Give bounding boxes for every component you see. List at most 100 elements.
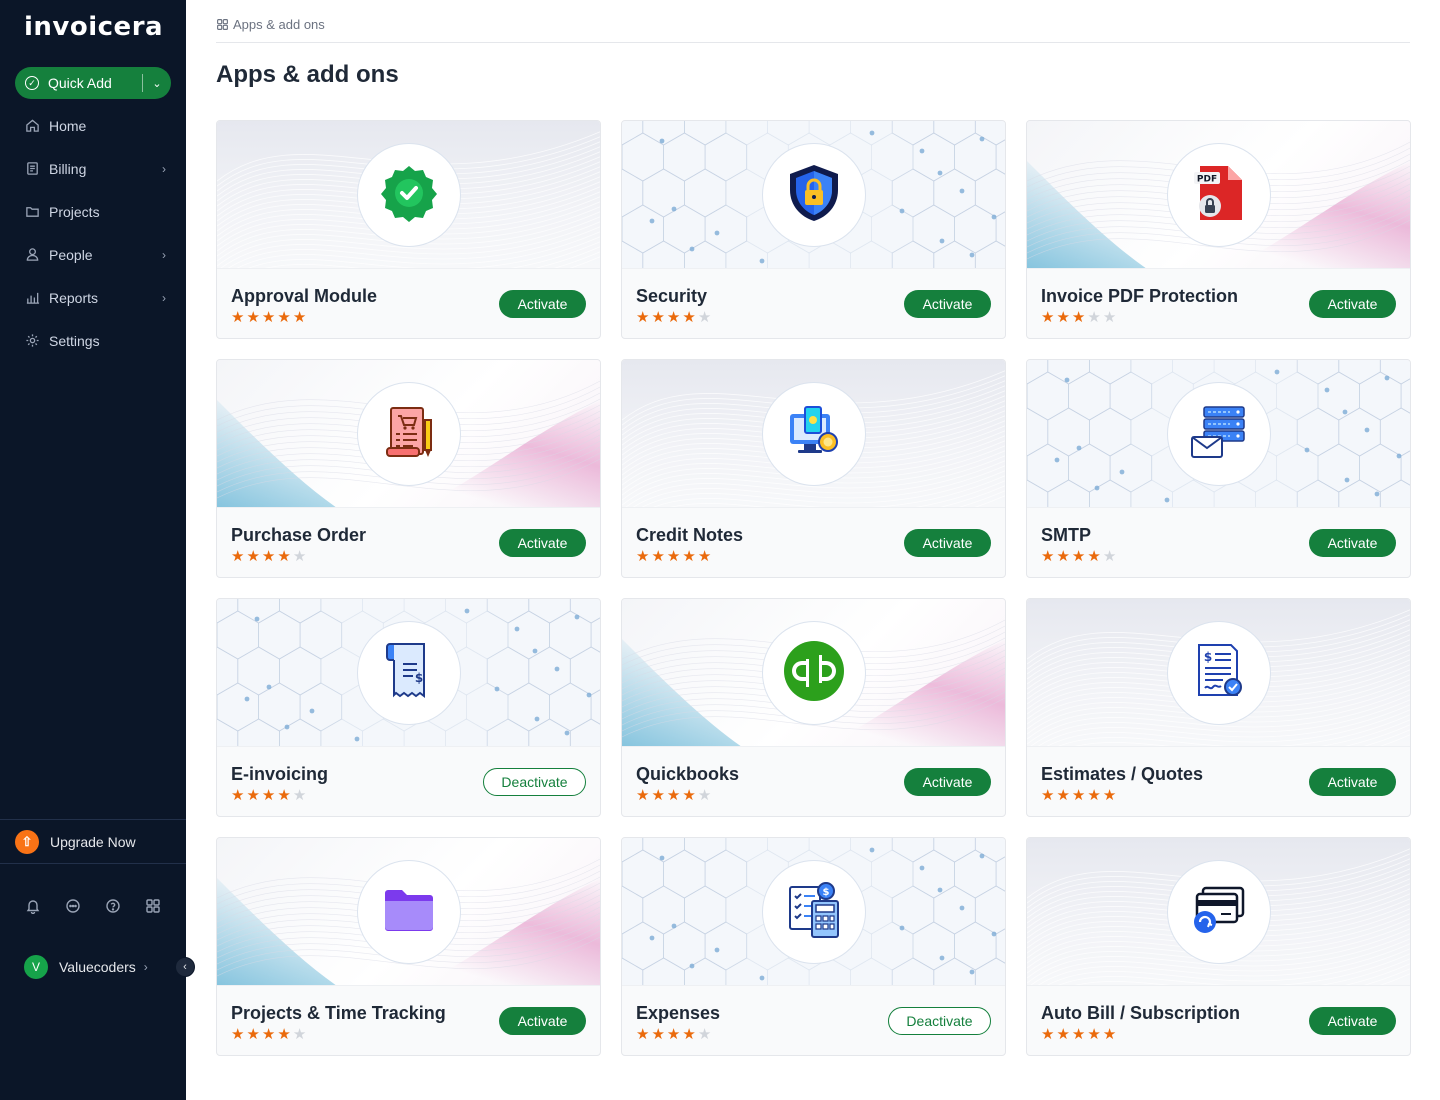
app-card[interactable]: SMTP ★ ★ ★ ★ ★ Activate	[1026, 359, 1411, 578]
rating-stars: ★ ★ ★ ★ ★	[1041, 549, 1116, 564]
bell-icon[interactable]	[24, 897, 42, 915]
app-name: Expenses	[636, 1003, 721, 1023]
activate-button[interactable]: Activate	[1309, 290, 1396, 318]
app-card[interactable]: Security ★ ★ ★ ★ ★ Activate	[621, 120, 1006, 339]
svg-text:$: $	[1204, 650, 1212, 664]
app-card[interactable]: $ E-invoicing ★ ★ ★ ★ ★ Deactivate	[216, 598, 601, 817]
breadcrumb-item[interactable]: Apps & add ons	[233, 17, 325, 32]
app-card[interactable]: Approval Module ★ ★ ★ ★ ★ Activate	[216, 120, 601, 339]
activate-button[interactable]: Activate	[499, 529, 586, 557]
gear-icon	[24, 333, 40, 349]
app-card-banner	[622, 599, 1005, 747]
app-card[interactable]: Auto Bill / Subscription ★ ★ ★ ★ ★ Activate	[1026, 837, 1411, 1056]
app-card-footer: Projects & Time Tracking ★ ★ ★ ★ ★ Activate	[217, 986, 600, 1055]
star-filled-icon: ★	[246, 548, 260, 565]
rating-stars: ★ ★ ★ ★ ★	[1041, 1027, 1116, 1042]
star-filled-icon: ★	[1087, 548, 1101, 565]
app-card[interactable]: $ Expenses ★ ★ ★ ★ ★ Deactivate	[621, 837, 1006, 1056]
sidebar-item-projects[interactable]: Projects	[0, 190, 186, 233]
star-filled-icon: ★	[1041, 309, 1055, 326]
activate-button[interactable]: Activate	[1309, 768, 1396, 796]
chat-icon[interactable]	[64, 897, 82, 915]
user-name: Valuecoders	[59, 959, 136, 975]
activate-button[interactable]: Activate	[499, 1007, 586, 1035]
app-card-footer: E-invoicing ★ ★ ★ ★ ★ Deactivate	[217, 747, 600, 816]
app-card[interactable]: PDF Invoice PDF Protection ★ ★ ★ ★ ★ Activate	[1026, 120, 1411, 339]
app-icon-badge: $	[357, 621, 461, 725]
star-filled-icon: ★	[246, 309, 260, 326]
app-name: Auto Bill / Subscription	[1041, 1003, 1240, 1023]
activate-button[interactable]: Activate	[904, 768, 991, 796]
activate-button[interactable]: Activate	[499, 290, 586, 318]
star-filled-icon: ★	[261, 309, 276, 326]
activate-button[interactable]: Activate	[1309, 1007, 1396, 1035]
app-card[interactable]: Quickbooks ★ ★ ★ ★ ★ Activate	[621, 598, 1006, 817]
activate-button[interactable]: Activate	[904, 290, 991, 318]
sidebar-item-settings[interactable]: Settings	[0, 319, 186, 362]
chevron-down-icon[interactable]: ⌄	[143, 77, 171, 90]
app-card[interactable]: Credit Notes ★ ★ ★ ★ ★ Activate	[621, 359, 1006, 578]
sidebar-item-people[interactable]: People ›	[0, 233, 186, 276]
rating-stars: ★ ★ ★ ★ ★	[1041, 788, 1116, 803]
app-logo[interactable]: invoicera	[24, 12, 163, 42]
star-filled-icon: ★	[1041, 787, 1055, 804]
app-card-footer: Purchase Order ★ ★ ★ ★ ★ Activate	[217, 508, 600, 577]
star-filled-icon: ★	[697, 548, 712, 565]
star-filled-icon: ★	[666, 548, 681, 565]
apps-icon[interactable]	[144, 897, 162, 915]
activate-button[interactable]: Activate	[904, 529, 991, 557]
app-card-banner: $	[1027, 599, 1410, 747]
security-shield-icon	[784, 162, 844, 229]
quick-add-button[interactable]: ✓ Quick Add ⌄	[15, 67, 171, 99]
app-name: Estimates / Quotes	[1041, 764, 1204, 784]
page-title: Apps & add ons	[216, 61, 399, 88]
quick-add-label: Quick Add	[48, 75, 112, 91]
star-filled-icon: ★	[636, 787, 650, 804]
app-card-footer: Security ★ ★ ★ ★ ★ Activate	[622, 269, 1005, 338]
sidebar-item-reports[interactable]: Reports ›	[0, 276, 186, 319]
upgrade-now-button[interactable]: ⇧ Upgrade Now	[15, 829, 136, 855]
app-icon-badge	[762, 382, 866, 486]
activate-button[interactable]: Activate	[1309, 529, 1396, 557]
chevron-right-icon: ›	[162, 247, 166, 262]
app-card-footer: Quickbooks ★ ★ ★ ★ ★ Activate	[622, 747, 1005, 816]
svg-text:$: $	[823, 887, 830, 898]
collapse-sidebar-button[interactable]: ‹	[175, 957, 195, 977]
app-name: Invoice PDF Protection	[1041, 286, 1239, 306]
star-filled-icon: ★	[277, 787, 291, 804]
app-card[interactable]: Projects & Time Tracking ★ ★ ★ ★ ★ Activate	[216, 837, 601, 1056]
deactivate-button[interactable]: Deactivate	[888, 1007, 991, 1035]
star-empty-icon: ★	[292, 787, 307, 804]
expenses-calculator-icon: $	[784, 879, 844, 946]
rating-stars: ★ ★ ★ ★ ★	[231, 788, 306, 803]
app-card[interactable]: Purchase Order ★ ★ ★ ★ ★ Activate	[216, 359, 601, 578]
app-card-banner	[622, 360, 1005, 508]
sidebar-item-home[interactable]: Home	[0, 104, 186, 147]
star-filled-icon: ★	[277, 548, 291, 565]
folder-icon	[24, 204, 40, 220]
app-name: Projects & Time Tracking	[231, 1003, 446, 1023]
approval-badge-icon	[379, 163, 439, 228]
logo-text: invoicera	[24, 12, 164, 42]
rating-stars: ★ ★ ★ ★ ★	[636, 788, 711, 803]
user-menu[interactable]: V Valuecoders ›	[24, 955, 148, 979]
user-icon	[24, 247, 40, 263]
app-card-banner	[622, 121, 1005, 269]
star-filled-icon: ★	[682, 1026, 696, 1043]
star-filled-icon: ★	[231, 1026, 245, 1043]
divider	[0, 863, 186, 864]
star-empty-icon: ★	[1102, 309, 1117, 326]
upgrade-label: Upgrade Now	[50, 834, 136, 850]
help-icon[interactable]	[104, 897, 122, 915]
divider	[216, 42, 1410, 43]
sidebar-item-billing[interactable]: Billing ›	[0, 147, 186, 190]
receipt-icon	[24, 161, 40, 177]
deactivate-button[interactable]: Deactivate	[483, 768, 586, 796]
app-icon-badge	[357, 860, 461, 964]
star-filled-icon: ★	[231, 309, 245, 326]
app-card-footer: Expenses ★ ★ ★ ★ ★ Deactivate	[622, 986, 1005, 1055]
app-card[interactable]: $ Estimates / Quotes ★ ★ ★ ★ ★ Activate	[1026, 598, 1411, 817]
rating-stars: ★ ★ ★ ★ ★	[1041, 310, 1116, 325]
star-filled-icon: ★	[277, 309, 291, 326]
star-filled-icon: ★	[231, 548, 245, 565]
